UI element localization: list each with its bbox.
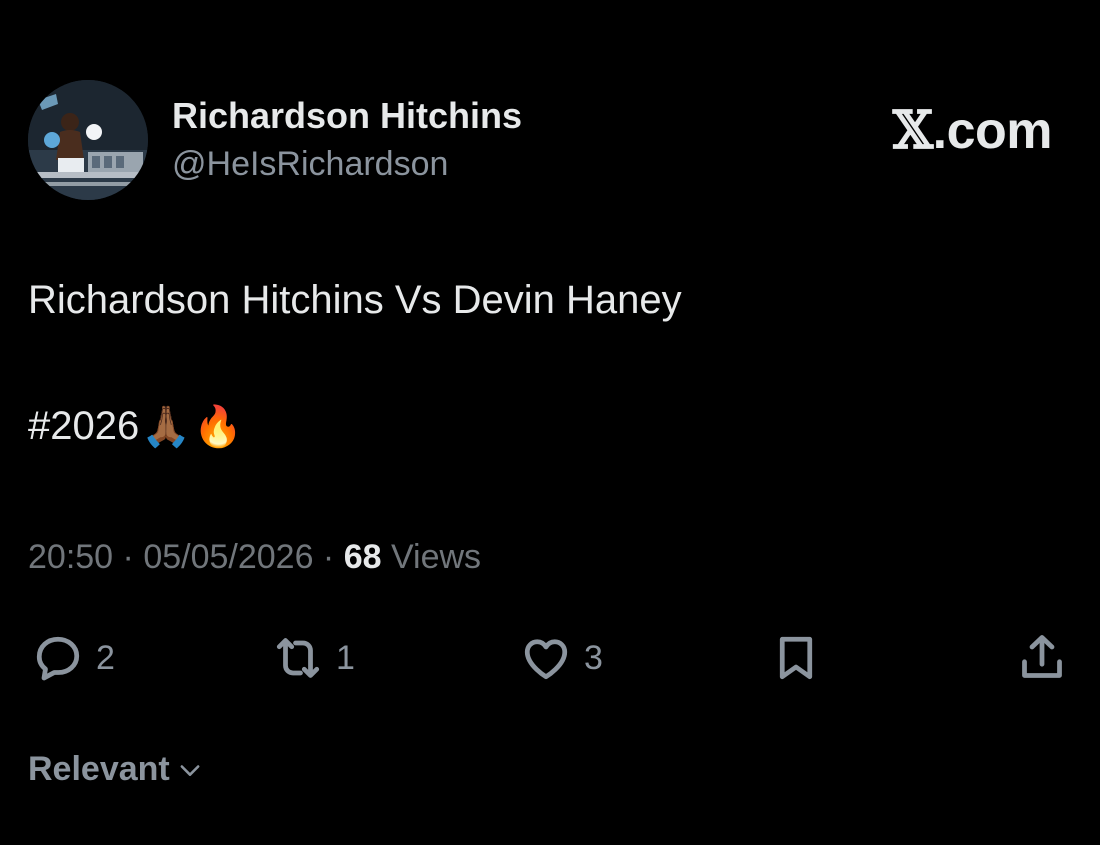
author-avatar[interactable]: [28, 80, 148, 200]
post-time[interactable]: 20:50: [28, 538, 113, 576]
x-logo-icon: 𝕏: [892, 100, 933, 161]
views-count: 68: [343, 538, 382, 576]
author-handle[interactable]: @HeIsRichardson: [172, 145, 448, 184]
chevron-down-icon: [180, 764, 200, 776]
boxer-photo-avatar: [28, 80, 148, 200]
meta-separator: ·: [113, 538, 144, 576]
reply-bubble-icon: [36, 636, 80, 681]
bookmark-icon: [779, 636, 813, 680]
reply-sort-dropdown[interactable]: Relevant: [28, 750, 204, 789]
like-button[interactable]: 3: [516, 628, 603, 688]
post-hashtag-line: #2026 🙏🏾 🔥: [28, 403, 243, 450]
post-date[interactable]: 05/05/2026: [143, 538, 313, 576]
post-meta: 20:50 · 05/05/2026 · 68 Views: [28, 538, 481, 577]
share-button[interactable]: [1012, 628, 1072, 688]
tweet-card: Richardson Hitchins @HeIsRichardson 𝕏.co…: [0, 0, 1100, 845]
brand-domain: .com: [932, 102, 1053, 160]
like-count: 3: [584, 638, 603, 677]
action-bar: 2 1 3: [0, 628, 1100, 688]
hashtag-link[interactable]: #2026: [28, 404, 139, 449]
meta-separator: ·: [313, 538, 344, 576]
views-label: Views: [381, 538, 482, 576]
post-text: Richardson Hitchins Vs Devin Haney: [28, 278, 682, 322]
heart-icon: [524, 639, 568, 680]
share-upload-icon: [1022, 635, 1062, 678]
praying-hands-emoji: 🙏🏾: [141, 405, 192, 449]
repost-button[interactable]: 1: [268, 628, 355, 688]
fire-emoji: 🔥: [193, 405, 243, 449]
x-com-logo: 𝕏.com: [892, 100, 1053, 161]
reply-button[interactable]: 2: [28, 628, 115, 688]
repost-count: 1: [336, 638, 355, 677]
author-display-name[interactable]: Richardson Hitchins: [172, 95, 522, 137]
reply-count: 2: [96, 638, 115, 677]
bookmark-button[interactable]: [766, 628, 826, 688]
repost-arrows-icon: [276, 638, 320, 678]
reply-sort-label: Relevant: [28, 750, 170, 788]
